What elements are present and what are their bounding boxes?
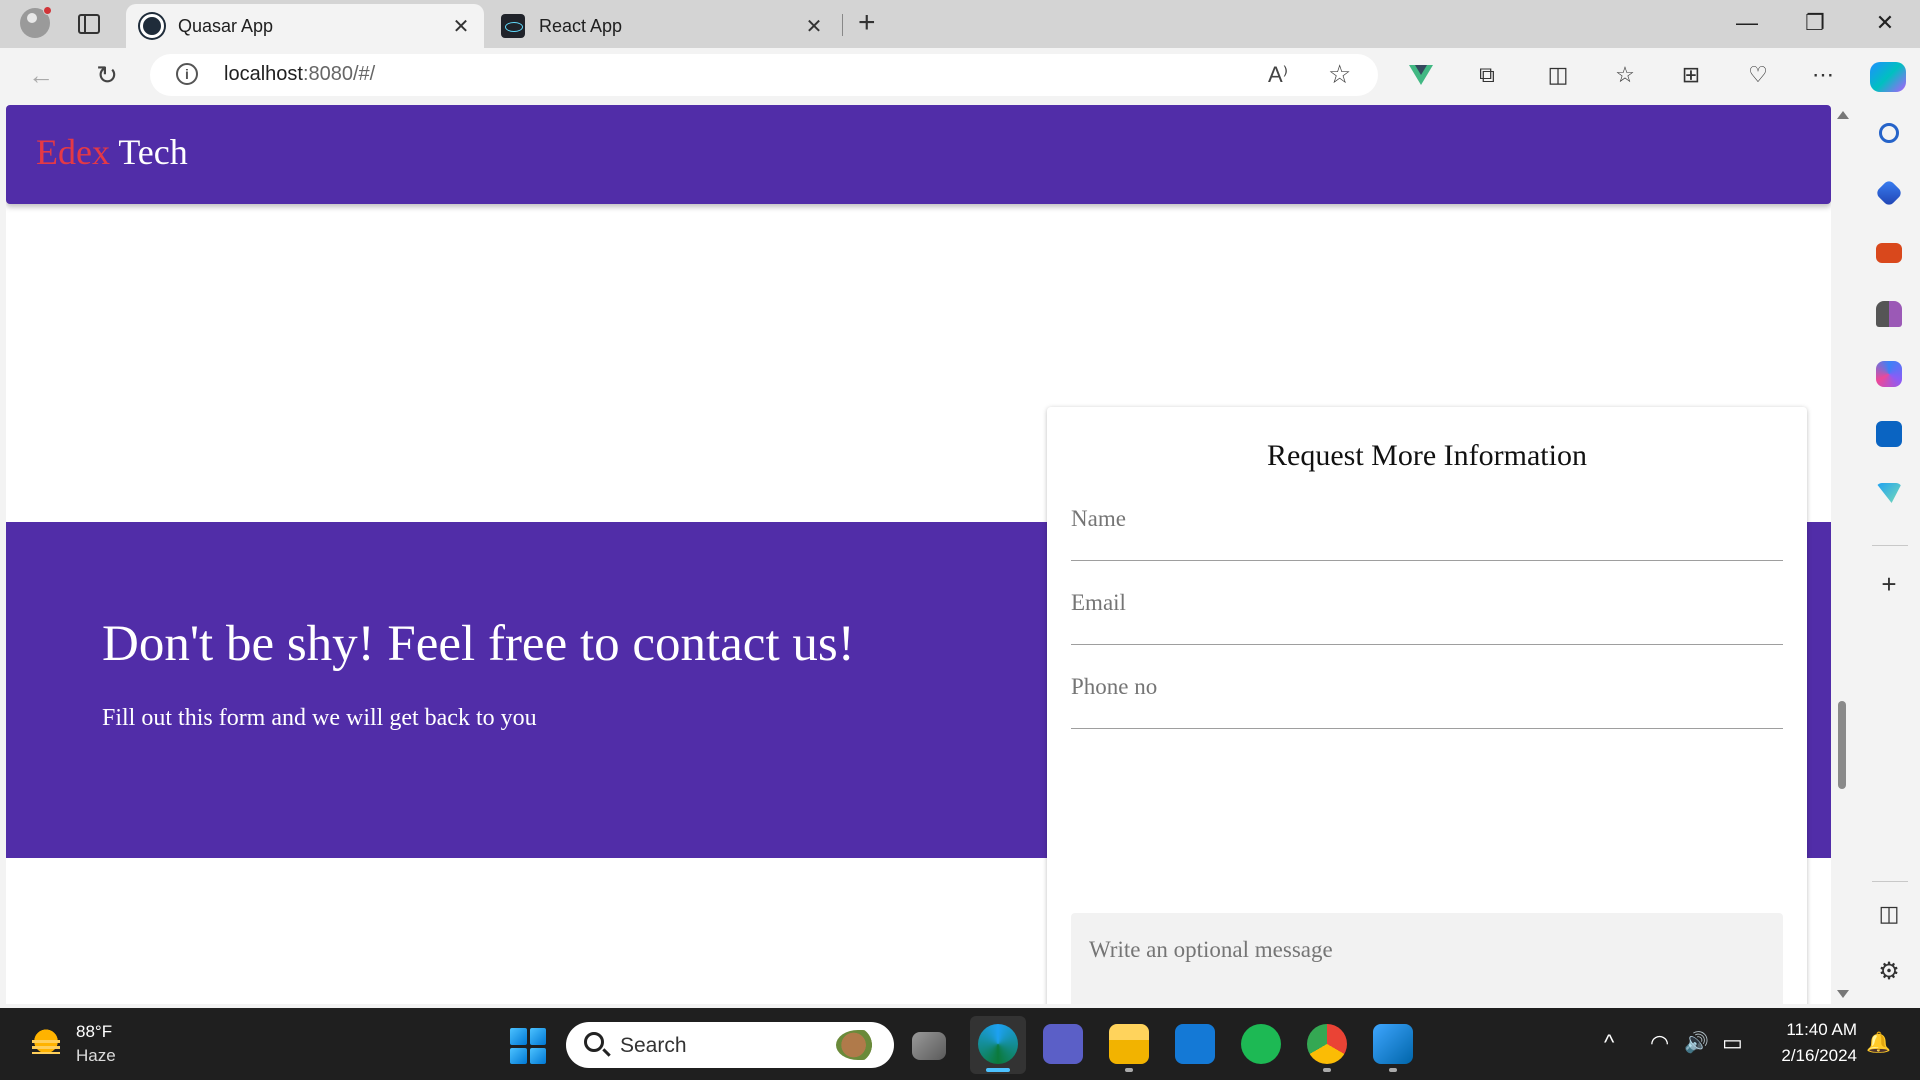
refresh-button[interactable]: ↻ <box>90 60 124 90</box>
search-icon[interactable] <box>1879 123 1899 143</box>
scroll-down-arrow-icon[interactable] <box>1837 990 1849 998</box>
shopping-tag-icon[interactable] <box>1874 178 1904 208</box>
url-host: localhost <box>224 63 303 85</box>
toolbox-icon[interactable] <box>1876 243 1902 263</box>
tab-title: React App <box>539 15 623 36</box>
split-screen-icon[interactable]: ◫ <box>1543 60 1573 90</box>
clock-time[interactable]: 11:40 AM <box>1777 1020 1857 1040</box>
message-textarea[interactable] <box>1089 937 1769 1004</box>
vue-devtools-icon[interactable] <box>1406 60 1436 90</box>
name-field <box>1071 491 1783 561</box>
page-scrollbar[interactable] <box>1831 105 1853 1004</box>
restore-button[interactable]: ❐ <box>1800 10 1830 36</box>
tab-quasar-app[interactable]: Quasar App ✕ <box>126 4 484 48</box>
sidebar-settings-icon[interactable]: ⚙ <box>1872 957 1906 986</box>
back-button[interactable]: ← <box>24 60 58 90</box>
notification-dot <box>43 6 52 15</box>
phone-field <box>1071 659 1783 729</box>
weather-haze-icon[interactable] <box>28 1026 64 1060</box>
mail-icon[interactable] <box>1175 1024 1215 1064</box>
search-highlight-art-icon <box>836 1030 880 1060</box>
sidebar-divider <box>1872 881 1908 882</box>
brand-part-edex: Edex <box>36 132 110 172</box>
search-icon <box>584 1032 604 1052</box>
contact-subtitle: Fill out this form and we will get back … <box>102 705 537 731</box>
copilot-icon[interactable] <box>1870 62 1906 92</box>
message-field <box>1071 913 1783 1004</box>
extensions-icon[interactable]: ⧉ <box>1472 60 1502 90</box>
browser-toolbar: ← ↻ i localhost:8080/#/ A⁾ ☆ ⧉ ◫ ☆ ⊞ ♡ ⋯ <box>0 48 1920 105</box>
favorite-star-icon[interactable]: ☆ <box>1328 59 1351 90</box>
teams-icon[interactable] <box>1043 1024 1083 1064</box>
tab-close-icon[interactable]: ✕ <box>805 14 823 39</box>
hide-sidebar-icon[interactable]: ◫ <box>1872 901 1906 927</box>
chess-icon[interactable] <box>1876 301 1902 327</box>
windows-taskbar: 88°F Haze Search ^ ◠ 🔊 ▭ 11:40 AM 2/16/2… <box>0 1008 1920 1080</box>
read-aloud-icon[interactable]: A⁾ <box>1268 62 1288 88</box>
scroll-thumb[interactable] <box>1838 701 1846 789</box>
volume-icon[interactable]: 🔊 <box>1684 1030 1709 1055</box>
quasar-favicon-icon <box>140 14 164 38</box>
show-hidden-icons-chevron-icon[interactable]: ^ <box>1604 1030 1614 1056</box>
close-window-button[interactable]: ✕ <box>1870 10 1900 36</box>
weather-description[interactable]: Haze <box>76 1046 116 1066</box>
file-explorer-icon[interactable] <box>1109 1024 1149 1072</box>
request-info-form: Request More Information <box>1047 407 1807 1004</box>
search-label: Search <box>620 1034 687 1057</box>
contact-headline: Don't be shy! Feel free to contact us! <box>102 616 855 672</box>
profile-avatar-icon[interactable] <box>20 6 52 38</box>
weather-temperature[interactable]: 88°F <box>76 1022 112 1042</box>
tab-react-app[interactable]: React App ✕ <box>487 4 837 48</box>
edge-browser-icon[interactable] <box>978 1024 1018 1072</box>
outlook-icon[interactable] <box>1876 421 1902 447</box>
send-icon[interactable] <box>1876 483 1902 503</box>
address-bar[interactable]: i localhost:8080/#/ A⁾ ☆ <box>150 54 1378 96</box>
name-input[interactable] <box>1071 499 1783 539</box>
favorites-icon[interactable]: ☆ <box>1610 60 1640 90</box>
vscode-icon[interactable] <box>1373 1024 1413 1072</box>
chrome-icon[interactable] <box>1307 1024 1347 1072</box>
wifi-icon[interactable]: ◠ <box>1650 1030 1669 1056</box>
clock-date[interactable]: 2/16/2024 <box>1767 1046 1857 1066</box>
minimize-button[interactable]: — <box>1732 10 1762 36</box>
task-view-icon[interactable] <box>912 1032 946 1060</box>
add-sidebar-app-icon[interactable]: + <box>1872 569 1906 600</box>
brand-logo[interactable]: Edex Tech <box>36 131 188 173</box>
browser-tabstrip: Quasar App ✕ React App ✕ + — ❐ ✕ <box>0 0 1920 48</box>
scroll-up-arrow-icon[interactable] <box>1837 111 1849 119</box>
collections-icon[interactable]: ⊞ <box>1676 60 1706 90</box>
battery-icon[interactable]: ▭ <box>1722 1030 1743 1056</box>
browser-essentials-icon[interactable]: ♡ <box>1743 60 1773 90</box>
phone-input[interactable] <box>1071 667 1783 707</box>
spotify-icon[interactable] <box>1241 1024 1281 1064</box>
site-info-icon[interactable]: i <box>176 63 198 85</box>
tab-close-icon[interactable]: ✕ <box>452 14 470 39</box>
tab-divider <box>842 14 843 36</box>
email-field <box>1071 575 1783 645</box>
email-input[interactable] <box>1071 583 1783 623</box>
sidebar-divider <box>1872 545 1908 546</box>
url-rest: :8080/#/ <box>302 63 376 85</box>
app-header: Edex Tech <box>6 105 1831 204</box>
tab-actions-icon[interactable] <box>78 14 100 34</box>
microsoft365-icon[interactable] <box>1876 361 1902 387</box>
more-options-icon[interactable]: ⋯ <box>1808 60 1838 90</box>
tab-title: Quasar App <box>178 15 274 36</box>
page-viewport: Edex Tech Don't be shy! Feel free to con… <box>6 105 1831 1004</box>
form-title: Request More Information <box>1267 439 1587 472</box>
react-favicon-icon <box>501 14 525 38</box>
edge-sidebar: + ◫ ⚙ <box>1858 105 1920 1004</box>
taskbar-search[interactable]: Search <box>566 1022 894 1068</box>
brand-part-tech: Tech <box>118 132 188 172</box>
url-text[interactable]: localhost:8080/#/ <box>224 63 375 86</box>
notifications-bell-icon[interactable]: 🔔 <box>1866 1030 1891 1055</box>
start-button[interactable] <box>510 1028 546 1064</box>
new-tab-button[interactable]: + <box>858 8 876 38</box>
